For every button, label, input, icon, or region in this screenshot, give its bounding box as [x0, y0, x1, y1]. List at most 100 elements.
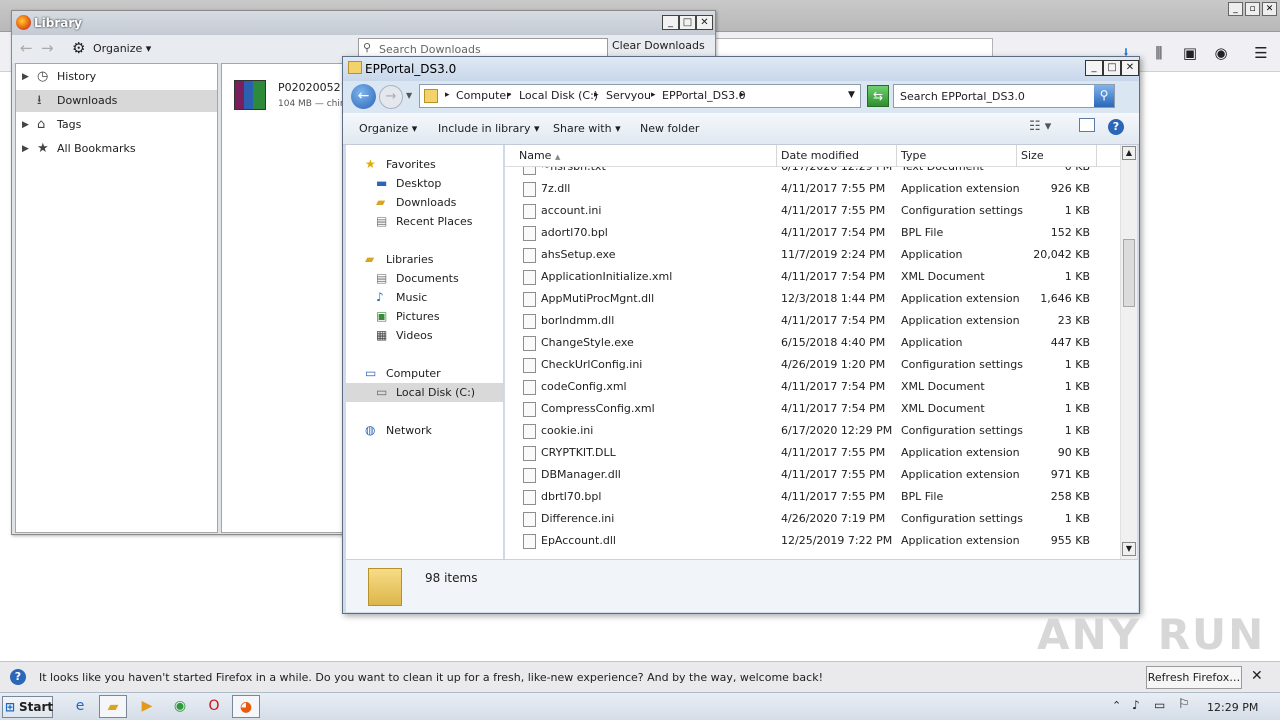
- file-row[interactable]: CRYPTKIT.DLL 4/11/2017 7:55 PM Application…: [505, 442, 1120, 464]
- menu-icon[interactable]: ☰: [1252, 44, 1270, 62]
- back-arrow-icon[interactable]: ←: [20, 39, 33, 57]
- chrome-icon[interactable]: ◉: [166, 695, 194, 718]
- include-in-library-button[interactable]: Include in library ▾: [438, 122, 539, 135]
- firefox-close-button[interactable]: ✕: [1262, 2, 1277, 16]
- close-icon[interactable]: ✕: [1251, 668, 1263, 684]
- breadcrumb-separator-icon[interactable]: ▸: [445, 90, 450, 100]
- search-icon[interactable]: ⚲: [1094, 85, 1114, 107]
- breadcrumb-servyou[interactable]: Servyou: [606, 89, 651, 102]
- breadcrumb-current-folder[interactable]: EPPortal_DS3.0: [662, 89, 746, 102]
- tree-item-downloads[interactable]: ⭳ Downloads: [16, 90, 217, 112]
- file-row[interactable]: codeConfig.xml 4/11/2017 7:54 PM XML Docum…: [505, 376, 1120, 398]
- nav-item-computer[interactable]: ▭ Computer: [346, 364, 503, 383]
- expand-arrow-icon[interactable]: ▶: [22, 138, 29, 160]
- file-row[interactable]: ApplicationInitialize.xml 4/11/2017 7:54 …: [505, 266, 1120, 288]
- media-player-icon[interactable]: ▶: [133, 695, 161, 718]
- firefox-minimize-button[interactable]: _: [1228, 2, 1243, 16]
- file-row[interactable]: dbrtl70.bpl 4/11/2017 7:55 PM BPL File 258 …: [505, 486, 1120, 508]
- clear-downloads-button[interactable]: Clear Downloads: [612, 39, 705, 52]
- file-row[interactable]: ~nsrsbh.txt 6/17/2020 12:29 PM Text Docume…: [505, 167, 1120, 178]
- breadcrumb-separator-icon[interactable]: ▸: [507, 90, 512, 100]
- back-button[interactable]: ←: [351, 84, 376, 109]
- speaker-icon[interactable]: ♪: [1132, 698, 1140, 712]
- nav-item-recent-places[interactable]: ▤ Recent Places: [346, 212, 503, 231]
- clock[interactable]: 12:29 PM: [1207, 701, 1258, 714]
- file-row[interactable]: AppMutiProcMgnt.dll 12/3/2018 1:44 PM Appl…: [505, 288, 1120, 310]
- file-row[interactable]: Difference.ini 4/26/2020 7:19 PM Configura…: [505, 508, 1120, 530]
- expand-arrow-icon[interactable]: ▶: [22, 114, 29, 136]
- refresh-firefox-button[interactable]: Refresh Firefox…: [1146, 666, 1242, 689]
- help-icon[interactable]: ?: [1108, 119, 1124, 135]
- library-maximize-button[interactable]: □: [679, 15, 696, 30]
- tray-expand-icon[interactable]: ⌃: [1112, 699, 1121, 712]
- file-row[interactable]: ChangeStyle.exe 6/15/2018 4:40 PM Applicat…: [505, 332, 1120, 354]
- explorer-taskbar-icon[interactable]: ▰: [99, 695, 127, 718]
- vertical-scrollbar[interactable]: ▲ ▼: [1120, 145, 1137, 559]
- action-center-flag-icon[interactable]: ⚐: [1178, 697, 1190, 712]
- file-row[interactable]: adortl70.bpl 4/11/2017 7:54 PM BPL File 152…: [505, 222, 1120, 244]
- tree-item-tags[interactable]: ▶ ⌂ Tags: [16, 114, 217, 136]
- nav-item-favorites[interactable]: ★ Favorites: [346, 155, 503, 174]
- file-row[interactable]: cookie.ini 6/17/2020 12:29 PM Configuratio…: [505, 420, 1120, 442]
- network-tray-icon[interactable]: ▭: [1154, 698, 1165, 712]
- breadcrumb-separator-icon[interactable]: ▸: [651, 90, 656, 100]
- opera-icon[interactable]: O: [200, 695, 228, 718]
- account-icon[interactable]: ◉: [1212, 44, 1230, 62]
- sidebar-icon[interactable]: ▣: [1181, 44, 1199, 62]
- nav-item-local-disk[interactable]: ▭ Local Disk (C:): [346, 383, 503, 402]
- nav-item-downloads[interactable]: ▰ Downloads: [346, 193, 503, 212]
- column-header-date[interactable]: Date modified: [777, 145, 897, 167]
- file-row[interactable]: account.ini 4/11/2017 7:55 PM Configuratio…: [505, 200, 1120, 222]
- organize-menu-button[interactable]: Organize ▾: [359, 122, 417, 135]
- recent-pages-chevron-icon[interactable]: ▼: [406, 91, 412, 100]
- share-with-button[interactable]: Share with ▾: [553, 122, 621, 135]
- file-row[interactable]: ahsSetup.exe 11/7/2019 2:24 PM Application…: [505, 244, 1120, 266]
- forward-button[interactable]: →: [379, 85, 403, 109]
- nav-item-videos[interactable]: ▦ Videos: [346, 326, 503, 345]
- new-folder-button[interactable]: New folder: [640, 122, 699, 135]
- nav-item-music[interactable]: ♪ Music: [346, 288, 503, 307]
- library-minimize-button[interactable]: _: [662, 15, 679, 30]
- scrollbar-thumb[interactable]: [1123, 239, 1135, 307]
- address-box[interactable]: ▸ Computer ▸ Local Disk (C:) ▸ Servyou ▸…: [419, 84, 861, 108]
- forward-arrow-icon[interactable]: →: [41, 39, 54, 57]
- explorer-close-button[interactable]: ✕: [1121, 60, 1139, 76]
- nav-item-pictures[interactable]: ▣ Pictures: [346, 307, 503, 326]
- firefox-url-bar[interactable]: [715, 38, 993, 58]
- internet-explorer-icon[interactable]: e: [66, 695, 94, 718]
- tree-item-all-bookmarks[interactable]: ▶ ★ All Bookmarks: [16, 138, 217, 160]
- explorer-maximize-button[interactable]: □: [1103, 60, 1121, 76]
- library-organize-button[interactable]: Organize ▾: [93, 42, 151, 55]
- nav-item-documents[interactable]: ▤ Documents: [346, 269, 503, 288]
- firefox-taskbar-icon[interactable]: ◕: [232, 695, 260, 718]
- address-dropdown-icon[interactable]: ▼: [848, 90, 855, 100]
- column-header-name[interactable]: Name ▲: [505, 145, 777, 167]
- explorer-search-field[interactable]: Search EPPortal_DS3.0 ⚲: [893, 84, 1115, 108]
- library-close-button[interactable]: ✕: [696, 15, 713, 30]
- file-row[interactable]: CompressConfig.xml 4/11/2017 7:54 PM XML D…: [505, 398, 1120, 420]
- scroll-down-arrow-icon[interactable]: ▼: [1122, 542, 1136, 556]
- file-row[interactable]: EpAccount.dll 12/25/2019 7:22 PM Applicati…: [505, 530, 1120, 552]
- breadcrumb-computer[interactable]: Computer: [456, 89, 511, 102]
- nav-item-libraries[interactable]: ▰ Libraries: [346, 250, 503, 269]
- file-row[interactable]: CheckUrlConfig.ini 4/26/2019 1:20 PM Confi…: [505, 354, 1120, 376]
- column-header-size[interactable]: Size: [1017, 145, 1097, 167]
- view-options-icon[interactable]: ☷ ▾: [1029, 119, 1051, 134]
- expand-arrow-icon[interactable]: ▶: [22, 66, 29, 88]
- column-header-type[interactable]: Type: [897, 145, 1017, 167]
- preview-pane-icon[interactable]: [1079, 118, 1095, 132]
- library-icon[interactable]: ⫼: [1150, 44, 1168, 62]
- explorer-minimize-button[interactable]: _: [1085, 60, 1103, 76]
- breadcrumb-separator-icon[interactable]: ▸: [740, 90, 745, 100]
- breadcrumb-local-disk[interactable]: Local Disk (C:): [519, 89, 598, 102]
- nav-item-network[interactable]: ◍ Network: [346, 421, 503, 440]
- firefox-maximize-button[interactable]: ▫: [1245, 2, 1260, 16]
- refresh-button[interactable]: ⇆: [867, 85, 889, 107]
- tree-item-history[interactable]: ▶ ◷ History: [16, 66, 217, 88]
- file-row[interactable]: 7z.dll 4/11/2017 7:55 PM Application exten…: [505, 178, 1120, 200]
- file-row[interactable]: borlndmm.dll 4/11/2017 7:54 PM Application…: [505, 310, 1120, 332]
- scroll-up-arrow-icon[interactable]: ▲: [1122, 146, 1136, 160]
- file-row[interactable]: DBManager.dll 4/11/2017 7:55 PM Applicatio…: [505, 464, 1120, 486]
- breadcrumb-separator-icon[interactable]: ▸: [594, 90, 599, 100]
- start-button[interactable]: ⊞ Start: [2, 696, 53, 718]
